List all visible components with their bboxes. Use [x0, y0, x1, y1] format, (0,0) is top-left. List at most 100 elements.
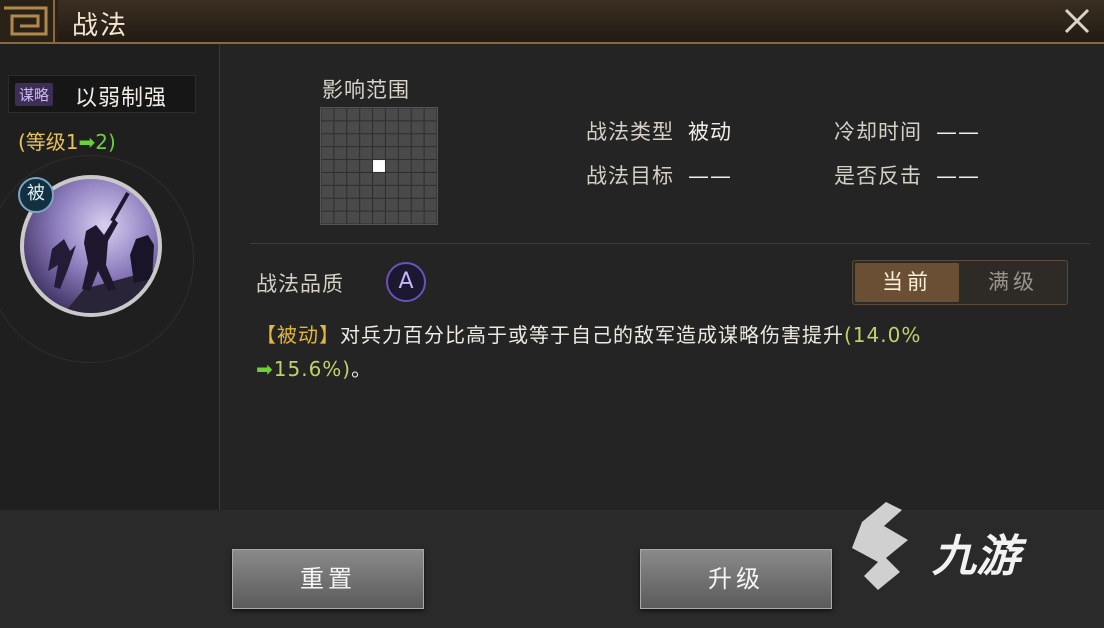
tab-current[interactable]: 当前 [855, 263, 959, 302]
grid-cell [321, 160, 334, 172]
grid-cell [334, 198, 347, 211]
grid-cell [398, 185, 411, 198]
watermark-text: 九游 [932, 531, 1020, 582]
description-tag: 【被动】 [256, 323, 340, 347]
grid-cell [424, 121, 437, 134]
grid-cell [347, 121, 360, 134]
grid-cell [385, 121, 398, 134]
reset-button[interactable]: 重置 [232, 549, 424, 609]
grid-cell [373, 185, 385, 198]
skill-name: 以弱制强 [75, 86, 168, 111]
grid-cell [373, 172, 385, 185]
quality-label: 战法品质 [256, 272, 344, 296]
skill-type-row: 战法类型 被动 [586, 116, 732, 146]
divider [250, 243, 1090, 244]
grid-cell [424, 147, 437, 160]
grid-cell [373, 121, 385, 134]
grid-cell [373, 134, 385, 147]
grid-cell [373, 147, 385, 160]
arrow-right-icon: ➡ [256, 357, 274, 381]
grid-cell [385, 172, 398, 185]
grid-cell [334, 185, 347, 198]
arrow-right-icon: ➡ [78, 130, 96, 154]
grid-cell [411, 108, 424, 121]
grid-cell [334, 211, 347, 224]
grid-cell [360, 172, 373, 185]
grid-cell [321, 108, 334, 121]
passive-badge: 被 [18, 177, 54, 213]
grid-cell [411, 160, 424, 172]
level-from: (等级1 [18, 130, 79, 154]
grid-cell [385, 134, 398, 147]
title-bar: 战法 [0, 0, 1104, 44]
page-title: 战法 [72, 11, 129, 41]
grid-cell [360, 185, 373, 198]
grid-cell [424, 211, 437, 224]
target-row: 战法目标 —— [586, 160, 732, 190]
grid-cell [385, 160, 398, 172]
counter-value: —— [936, 164, 980, 188]
counter-label: 是否反击 [834, 164, 922, 188]
grid-cell [424, 198, 437, 211]
cooldown-value: —— [936, 120, 980, 144]
grid-cell [385, 185, 398, 198]
grid-cell [347, 198, 360, 211]
grid-cell-center [373, 160, 385, 172]
tab-max-level[interactable]: 满级 [961, 263, 1065, 302]
range-grid [320, 107, 438, 225]
grid-cell [321, 147, 334, 160]
counter-row: 是否反击 —— [834, 160, 980, 190]
grid-cell [424, 172, 437, 185]
grid-cell [398, 108, 411, 121]
grid-cell [321, 172, 334, 185]
grid-cell [334, 172, 347, 185]
grid-cell [373, 198, 385, 211]
grid-cell [360, 108, 373, 121]
quality-grade-badge: A [386, 262, 426, 302]
upgrade-button[interactable]: 升级 [640, 549, 832, 609]
grid-cell [373, 211, 385, 224]
value-from: (14.0% [844, 323, 922, 347]
grid-cell [398, 121, 411, 134]
grid-cell [347, 108, 360, 121]
level-to: 2) [95, 130, 116, 154]
grid-cell [321, 134, 334, 147]
grid-cell [360, 160, 373, 172]
skill-name-box: 谋略 以弱制强 [8, 75, 196, 113]
grid-cell [385, 108, 398, 121]
grid-cell [385, 147, 398, 160]
grid-cell [360, 198, 373, 211]
grid-cell [398, 160, 411, 172]
grid-cell [424, 134, 437, 147]
grid-cell [385, 198, 398, 211]
grid-cell [398, 211, 411, 224]
description-text: 对兵力百分比高于或等于自己的敌军造成谋略伤害提升 [340, 323, 844, 347]
grid-cell [347, 185, 360, 198]
grid-cell [411, 147, 424, 160]
grid-cell [360, 211, 373, 224]
grid-cell [334, 147, 347, 160]
grid-cell [411, 185, 424, 198]
skill-description: 【被动】对兵力百分比高于或等于自己的敌军造成谋略伤害提升(14.0% ➡15.6%… [256, 318, 1076, 386]
grid-cell [334, 160, 347, 172]
ornament-icon [0, 0, 58, 42]
grid-cell [398, 147, 411, 160]
close-icon[interactable] [1060, 4, 1094, 38]
grid-cell [321, 121, 334, 134]
skill-type-label: 战法类型 [586, 120, 674, 144]
level-toggle: 当前 满级 [852, 260, 1068, 305]
grid-cell [360, 121, 373, 134]
grid-cell [411, 121, 424, 134]
grid-cell [411, 134, 424, 147]
range-label: 影响范围 [322, 78, 410, 102]
grid-cell [398, 172, 411, 185]
grid-cell [398, 198, 411, 211]
target-label: 战法目标 [586, 164, 674, 188]
grid-cell [424, 185, 437, 198]
skill-type-tag: 谋略 [15, 83, 54, 106]
grid-cell [424, 160, 437, 172]
skill-type-value: 被动 [688, 120, 732, 144]
grid-cell [347, 147, 360, 160]
target-value: —— [688, 164, 732, 188]
grid-cell [334, 108, 347, 121]
